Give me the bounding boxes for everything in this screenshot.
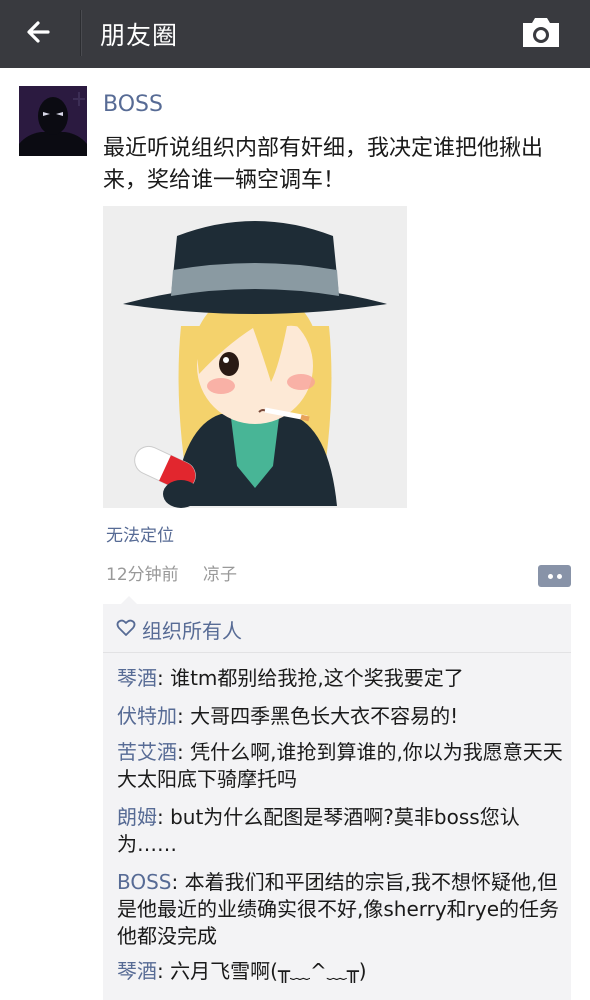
- post-image[interactable]: [103, 206, 407, 508]
- top-bar: 朋友圈: [0, 0, 590, 68]
- avatar[interactable]: [19, 86, 87, 156]
- camera-button[interactable]: [520, 14, 562, 52]
- comment-item[interactable]: BOSS: 本着我们和平团结的宗旨,我不想怀疑他,但是他最近的业绩确实很不好,像…: [117, 869, 567, 950]
- comment-text: : 本着我们和平团结的宗旨,我不想怀疑他,但是他最近的业绩确实很不好,像sher…: [117, 870, 560, 948]
- more-dots-icon: [548, 574, 553, 579]
- back-arrow-icon: [27, 21, 50, 43]
- page-title: 朋友圈: [100, 21, 179, 50]
- post-time: 12分钟前: [106, 565, 179, 585]
- comment-item[interactable]: 苦艾酒: 凭什么啊,谁抢到算谁的,你以为我愿意天天大太阳底下骑摩托吗: [117, 739, 567, 793]
- likes-divider: [103, 652, 571, 653]
- more-dot: [557, 574, 562, 579]
- comment-item[interactable]: 琴酒: 谁tm都别给我抢,这个奖我要定了: [117, 665, 567, 692]
- heart-outline-icon: [116, 619, 136, 636]
- comment-text: : 大哥四季黑色长大衣不容易的!: [177, 704, 459, 728]
- comment-text: : 谁tm都别给我抢,这个奖我要定了: [157, 666, 464, 690]
- post-source[interactable]: 凉子: [203, 560, 237, 585]
- comment-item[interactable]: 朗姆: but为什么配图是琴酒啊?莫非boss您认为……: [117, 804, 567, 858]
- camera-icon: [523, 18, 559, 47]
- avatar-silhouette-image: [19, 86, 87, 156]
- comment-author[interactable]: 琴酒: [117, 959, 157, 983]
- comment-button[interactable]: [538, 565, 571, 587]
- header-divider: [80, 10, 82, 56]
- post-text: 最近听说组织内部有奸细，我决定谁把他揪出来，奖给谁一辆空调车！: [103, 136, 544, 193]
- cartoon-illustration: [103, 206, 407, 508]
- comment-text: : 六月飞雪啊(╥﹏^﹏╥): [157, 959, 367, 983]
- comment-author[interactable]: BOSS: [117, 870, 172, 894]
- back-button[interactable]: [18, 12, 62, 56]
- likes-names[interactable]: 组织所有人: [142, 615, 242, 644]
- comment-author[interactable]: 琴酒: [117, 666, 157, 690]
- post-location[interactable]: 无法定位: [106, 521, 174, 546]
- comment-author[interactable]: 朗姆: [117, 805, 157, 829]
- comment-item[interactable]: 琴酒: 六月飞雪啊(╥﹏^﹏╥): [117, 958, 567, 985]
- comment-item[interactable]: 伏特加: 大哥四季黑色长大衣不容易的!: [117, 703, 567, 730]
- comment-author[interactable]: 伏特加: [117, 704, 177, 728]
- comment-text: : 凭什么啊,谁抢到算谁的,你以为我愿意天天大太阳底下骑摩托吗: [117, 740, 563, 791]
- comment-text: : but为什么配图是琴酒啊?莫非boss您认为……: [117, 805, 520, 856]
- comment-author[interactable]: 苦艾酒: [117, 740, 177, 764]
- post-username[interactable]: BOSS: [103, 92, 163, 117]
